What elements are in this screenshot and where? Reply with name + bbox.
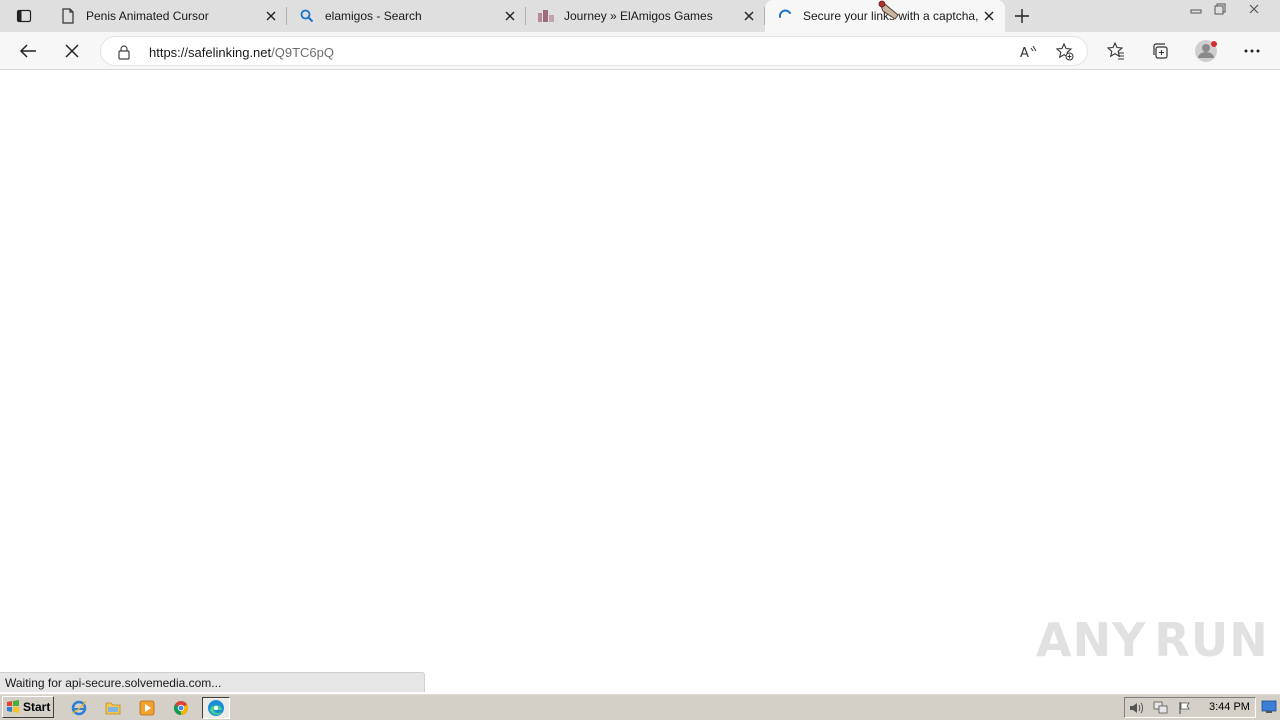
favorites-button[interactable] (1102, 37, 1130, 65)
taskbar-clock[interactable]: 3:44 PM (1209, 701, 1250, 713)
url-host: https://safelinking.net (149, 45, 272, 60)
tab-elamigos-search[interactable]: elamigos - Search (287, 0, 526, 32)
watermark-right-text: RUN (1154, 613, 1269, 667)
chrome-icon[interactable] (170, 697, 192, 719)
svg-text:A: A (1020, 46, 1029, 60)
windows-taskbar: Start 3:44 PM (0, 693, 1280, 720)
tab-actions-icon (16, 9, 32, 23)
network-icon[interactable] (1153, 701, 1169, 715)
start-label: Start (23, 700, 51, 714)
favorites-icon (1107, 42, 1124, 60)
windows-logo-icon (7, 700, 19, 713)
tab-title: elamigos - Search (325, 9, 422, 23)
page-icon (60, 8, 76, 24)
browser-toolbar: https://safelinking.net/Q9TC6pQ A (0, 32, 1280, 70)
url-path: /Q9TC6pQ (271, 45, 334, 60)
close-icon (1249, 4, 1259, 14)
url-text[interactable]: https://safelinking.net/Q9TC6pQ (149, 45, 334, 60)
plus-icon (1015, 9, 1029, 23)
back-arrow-icon (19, 44, 36, 58)
hand-cursor-icon (878, 0, 899, 20)
action-center-flag-icon[interactable] (1177, 701, 1193, 715)
internet-explorer-icon[interactable] (68, 697, 90, 719)
start-button[interactable]: Start (2, 696, 54, 718)
more-dots-icon (1244, 49, 1260, 53)
show-desktop-icon[interactable] (1260, 698, 1278, 716)
restore-icon (1214, 3, 1226, 15)
file-explorer-icon[interactable] (102, 697, 124, 719)
stop-icon (65, 44, 79, 58)
restore-button[interactable] (1208, 0, 1232, 18)
settings-more-button[interactable] (1238, 37, 1266, 65)
close-tab-icon[interactable] (263, 8, 279, 24)
back-button[interactable] (14, 37, 42, 65)
tab-journey-elamigos[interactable]: Journey » ElAmigos Games (526, 0, 765, 32)
page-content[interactable] (0, 71, 1280, 692)
volume-icon[interactable] (1129, 701, 1145, 715)
tab-strip: Penis Animated Cursor elamigos - Search … (0, 0, 1280, 32)
close-tab-icon[interactable] (741, 8, 757, 24)
site-favicon (538, 8, 554, 24)
close-window-button[interactable] (1242, 0, 1266, 18)
tab-title: Journey » ElAmigos Games (564, 9, 713, 23)
minimize-icon (1190, 9, 1202, 14)
collections-icon (1153, 43, 1168, 59)
status-bar: Waiting for api-secure.solvemedia.com... (0, 672, 425, 692)
minimize-button[interactable] (1184, 0, 1208, 18)
search-icon (299, 8, 315, 24)
avatar-icon (1195, 40, 1217, 62)
tab-penis-animated-cursor[interactable]: Penis Animated Cursor (48, 0, 287, 32)
media-player-icon[interactable] (136, 697, 158, 719)
edge-icon[interactable] (202, 697, 230, 719)
system-tray: 3:44 PM (1124, 697, 1256, 718)
loading-spinner-icon (777, 8, 793, 24)
read-aloud-icon[interactable]: A (1018, 41, 1040, 63)
lock-icon[interactable] (117, 44, 133, 60)
anyrun-watermark: ANY RUN (1036, 608, 1268, 672)
profile-button[interactable] (1192, 37, 1220, 65)
address-bar[interactable]: https://safelinking.net/Q9TC6pQ A (100, 36, 1088, 66)
watermark-left-text: ANY (1036, 613, 1147, 667)
stop-loading-button[interactable] (58, 37, 86, 65)
close-tab-icon[interactable] (502, 8, 518, 24)
tab-actions-button[interactable] (10, 6, 38, 26)
close-tab-icon[interactable] (981, 8, 997, 24)
collections-button[interactable] (1146, 37, 1174, 65)
tab-title: Penis Animated Cursor (86, 9, 209, 23)
add-favorite-icon[interactable] (1054, 41, 1076, 63)
new-tab-button[interactable] (1010, 4, 1034, 28)
